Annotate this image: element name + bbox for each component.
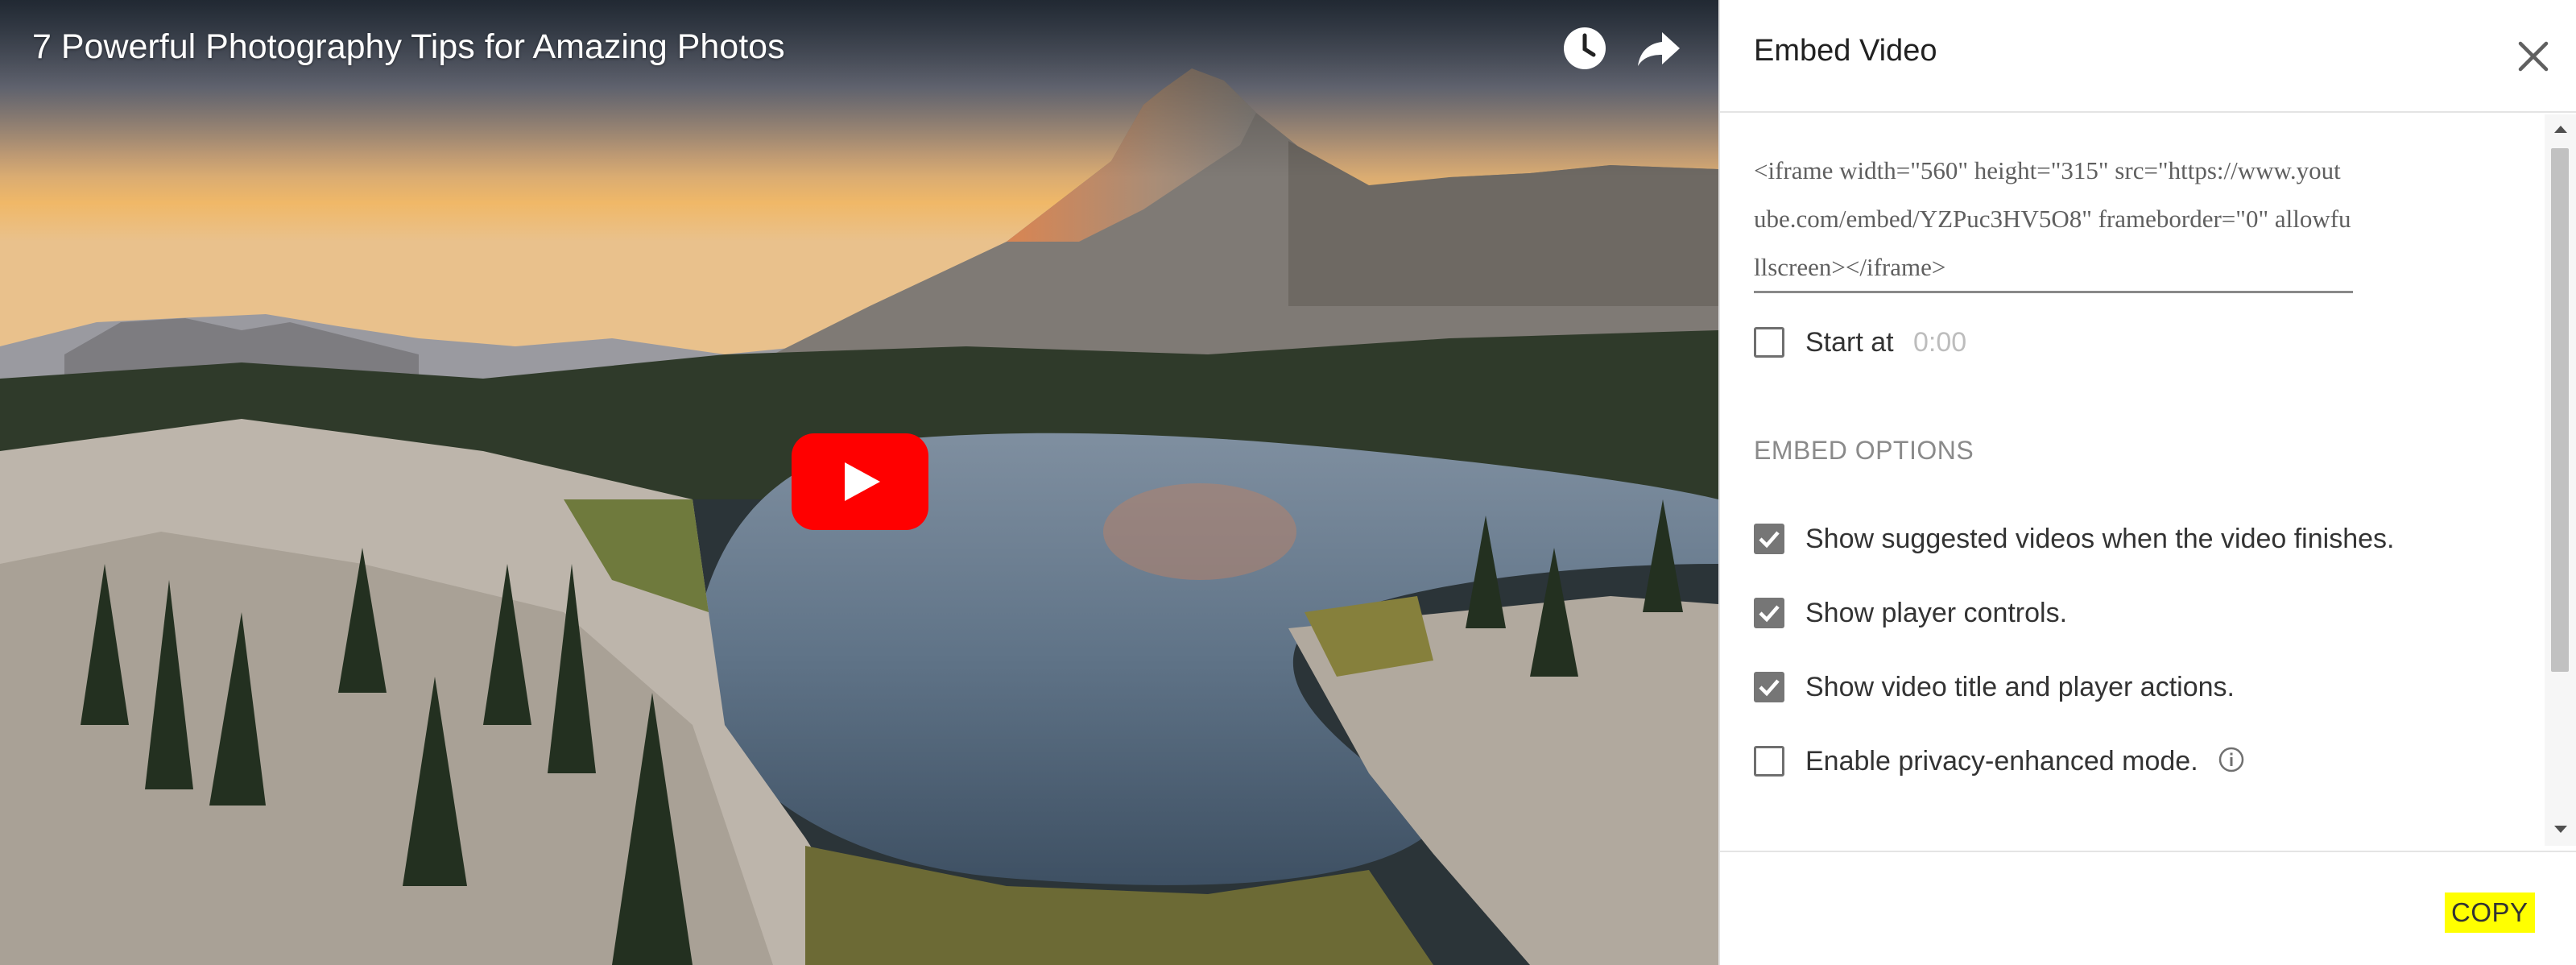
scroll-up-arrow-icon[interactable]	[2551, 119, 2570, 139]
clock-icon[interactable]	[1561, 24, 1609, 72]
checkmark-icon	[1759, 531, 1780, 549]
start-at-label: Start at	[1805, 327, 1894, 358]
suggested-videos-checkbox[interactable]	[1754, 524, 1784, 554]
dialog-body: <iframe width="560" height="315" src="ht…	[1720, 113, 2541, 844]
play-button[interactable]	[792, 433, 928, 530]
dialog-header: Embed Video	[1720, 0, 2576, 113]
copy-button[interactable]: COPY	[2445, 893, 2535, 933]
info-icon[interactable]	[2218, 746, 2245, 773]
embed-code-textarea[interactable]: <iframe width="560" height="315" src="ht…	[1754, 147, 2353, 292]
player-controls-label: Show player controls.	[1805, 598, 2068, 628]
privacy-mode-checkbox[interactable]	[1754, 746, 1784, 777]
player-controls-checkbox[interactable]	[1754, 598, 1784, 628]
close-icon	[2518, 41, 2549, 72]
privacy-mode-label: Enable privacy-enhanced mode.	[1805, 746, 2198, 777]
dialog-footer: COPY	[1720, 851, 2576, 965]
dialog-title: Embed Video	[1754, 34, 1937, 68]
title-actions-label: Show video title and player actions.	[1805, 672, 2235, 702]
embed-code-underline	[1754, 291, 2353, 293]
embed-options-header: EMBED OPTIONS	[1754, 436, 1974, 465]
start-at-input[interactable]: 0:00	[1913, 325, 1966, 360]
checkmark-icon	[1759, 605, 1780, 623]
scrollbar-thumb[interactable]	[2551, 148, 2569, 672]
close-button[interactable]	[2511, 34, 2556, 79]
embed-dialog: Embed Video <iframe width="560" height="…	[1718, 0, 2576, 965]
start-at-checkbox[interactable]	[1754, 327, 1784, 358]
suggested-videos-label: Show suggested videos when the video fin…	[1805, 524, 2395, 554]
scroll-down-arrow-icon[interactable]	[2551, 820, 2570, 839]
checkmark-icon	[1759, 679, 1780, 697]
title-actions-checkbox[interactable]	[1754, 672, 1784, 702]
dialog-scrollbar[interactable]	[2545, 114, 2576, 846]
share-arrow-icon[interactable]	[1635, 24, 1683, 72]
video-preview[interactable]: 7 Powerful Photography Tips for Amazing …	[0, 0, 1718, 965]
video-title[interactable]: 7 Powerful Photography Tips for Amazing …	[32, 24, 1482, 69]
youtube-play-icon	[792, 433, 928, 530]
